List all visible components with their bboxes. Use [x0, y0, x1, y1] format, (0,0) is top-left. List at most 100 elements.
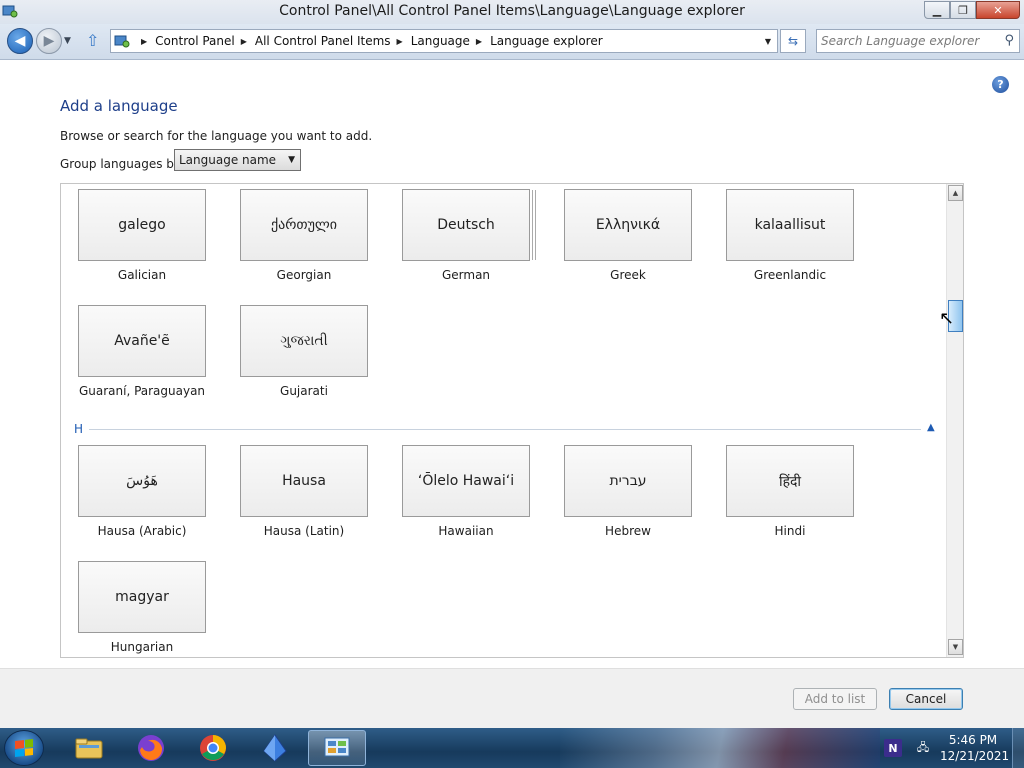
chrome-icon	[200, 735, 226, 761]
language-tile-galician[interactable]: galego	[78, 189, 206, 261]
tile-label: Hausa (Latin)	[263, 524, 345, 538]
tile-label: Greenlandic	[753, 268, 827, 282]
language-tile-greenlandic[interactable]: kalaallisut	[726, 189, 854, 261]
collapse-section-icon[interactable]: ▲	[927, 422, 935, 433]
tile-native-name: Avañe'ẽ	[114, 333, 170, 349]
taskbar-crystal-app[interactable]	[246, 730, 304, 766]
mouse-cursor-icon: ↖	[939, 308, 955, 329]
tile-native-name: ʻŌlelo Hawaiʻi	[417, 473, 515, 489]
clock-time: 5:46 PM	[948, 733, 998, 747]
tile-label: Hawaiian	[438, 524, 494, 538]
breadcrumb-language-explorer[interactable]: Language explorer	[490, 34, 603, 48]
window-title: Control Panel\All Control Panel Items\La…	[279, 3, 745, 19]
tile-label: Guaraní, Paraguayan	[78, 384, 206, 398]
tile-native-name: kalaallisut	[754, 217, 826, 233]
search-input[interactable]	[821, 31, 996, 51]
onenote-tray-icon[interactable]: N	[884, 739, 902, 757]
taskbar-control-panel[interactable]	[308, 730, 366, 766]
breadcrumb-control-panel[interactable]: Control Panel	[155, 34, 235, 48]
minimize-button[interactable]: ▁	[924, 1, 950, 19]
taskbar-explorer[interactable]	[60, 730, 118, 766]
language-tile-guarani[interactable]: Avañe'ẽ	[78, 305, 206, 377]
dialog-footer: Add to list Cancel	[0, 668, 1024, 728]
system-clock[interactable]: 5:46 PM 12/21/2021	[940, 732, 1010, 764]
start-button[interactable]	[4, 730, 44, 766]
tile-label: Hindi	[774, 524, 806, 538]
tile-native-name: ქართული	[270, 217, 338, 233]
scroll-down-button[interactable]: ▼	[948, 639, 963, 655]
language-tile-hawaiian[interactable]: ʻŌlelo Hawaiʻi	[402, 445, 530, 517]
close-button[interactable]: ✕	[976, 1, 1020, 19]
breadcrumb-separator-icon[interactable]: ▶	[241, 37, 247, 46]
back-arrow-icon: ◀	[14, 33, 26, 49]
language-tile-hindi[interactable]: हिंदी	[726, 445, 854, 517]
language-tile-hebrew[interactable]: עברית	[564, 445, 692, 517]
tile-native-name: Deutsch	[437, 217, 495, 233]
recent-pages-dropdown-icon[interactable]: ▼	[64, 36, 71, 46]
breadcrumb[interactable]: ▶ Control Panel ▶ All Control Panel Item…	[110, 29, 778, 53]
back-button[interactable]: ◀	[7, 28, 33, 54]
wallpaper-glimpse	[560, 728, 880, 768]
clock-date: 12/21/2021	[940, 749, 1010, 763]
tile-label: German	[441, 268, 491, 282]
refresh-button[interactable]: ⇆	[780, 29, 806, 53]
scroll-up-icon: ▲	[952, 189, 959, 197]
search-icon[interactable]: ⚲	[1004, 33, 1014, 48]
show-desktop-button[interactable]	[1012, 728, 1024, 768]
tile-label: Greek	[610, 268, 646, 282]
vertical-scrollbar[interactable]: ▲ ▼	[946, 184, 963, 657]
tile-label: Galician	[117, 268, 167, 282]
section-header-h: H	[74, 422, 84, 436]
tile-label: Hebrew	[605, 524, 651, 538]
language-list: galego Galician ქართული Georgian Deutsch…	[60, 183, 964, 658]
taskbar-firefox[interactable]	[122, 730, 180, 766]
language-tile-georgian[interactable]: ქართული	[240, 189, 368, 261]
breadcrumb-separator-icon[interactable]: ▶	[141, 37, 147, 46]
tile-label: Georgian	[276, 268, 332, 282]
tile-native-name: עברית	[609, 473, 647, 489]
breadcrumb-separator-icon[interactable]: ▶	[397, 37, 403, 46]
language-tile-gujarati[interactable]: ગુજરાતી	[240, 305, 368, 377]
section-divider	[89, 429, 921, 430]
group-by-select[interactable]: Language name ▼	[174, 149, 301, 171]
control-panel-icon	[324, 737, 350, 757]
tile-label: Hausa (Arabic)	[97, 524, 187, 538]
maximize-button[interactable]: ❐	[950, 1, 976, 19]
page-title: Add a language	[60, 97, 178, 115]
taskbar-chrome[interactable]	[184, 730, 242, 766]
language-tile-hungarian[interactable]: magyar	[78, 561, 206, 633]
control-panel-icon	[114, 35, 130, 48]
up-level-icon[interactable]: ⇧	[86, 31, 99, 50]
firefox-icon	[138, 735, 164, 761]
tile-native-name: Hausa	[282, 473, 326, 489]
network-icon[interactable]: 🖧	[914, 739, 932, 757]
tile-native-name: हिंदी	[778, 473, 802, 490]
group-by-value: Language name	[179, 153, 277, 167]
scroll-down-icon: ▼	[952, 643, 959, 651]
language-tile-hausa-arabic[interactable]: هَوُسَ	[78, 445, 206, 517]
cancel-button[interactable]: Cancel	[889, 688, 963, 710]
forward-arrow-icon: ▶	[43, 33, 55, 49]
help-icon[interactable]: ?	[992, 76, 1009, 93]
chevron-down-icon: ▼	[288, 155, 295, 165]
breadcrumb-separator-icon[interactable]: ▶	[476, 37, 482, 46]
address-dropdown-icon[interactable]: ▼	[765, 37, 771, 46]
crystal-icon	[263, 734, 287, 762]
tile-native-name: ગુજરાતી	[280, 333, 328, 349]
folder-icon	[75, 738, 103, 759]
tile-native-name: Ελληνικά	[595, 217, 661, 233]
taskbar: N 🖧 5:46 PM 12/21/2021	[0, 728, 1024, 768]
forward-button[interactable]: ▶	[36, 28, 62, 54]
breadcrumb-language[interactable]: Language	[411, 34, 470, 48]
language-tile-german[interactable]: Deutsch	[402, 189, 530, 261]
refresh-icon: ⇆	[787, 34, 799, 48]
add-to-list-button[interactable]: Add to list	[793, 688, 877, 710]
tile-label: Hungarian	[110, 640, 174, 654]
breadcrumb-all-items[interactable]: All Control Panel Items	[255, 34, 391, 48]
address-toolbar: ◀ ▶ ▼ ⇧ ▶ Control Panel ▶ All Control Pa…	[0, 24, 1024, 60]
scroll-up-button[interactable]: ▲	[948, 185, 963, 201]
windows-logo-icon	[15, 739, 33, 757]
tile-label: Gujarati	[280, 384, 328, 398]
language-tile-greek[interactable]: Ελληνικά	[564, 189, 692, 261]
language-tile-hausa-latin[interactable]: Hausa	[240, 445, 368, 517]
